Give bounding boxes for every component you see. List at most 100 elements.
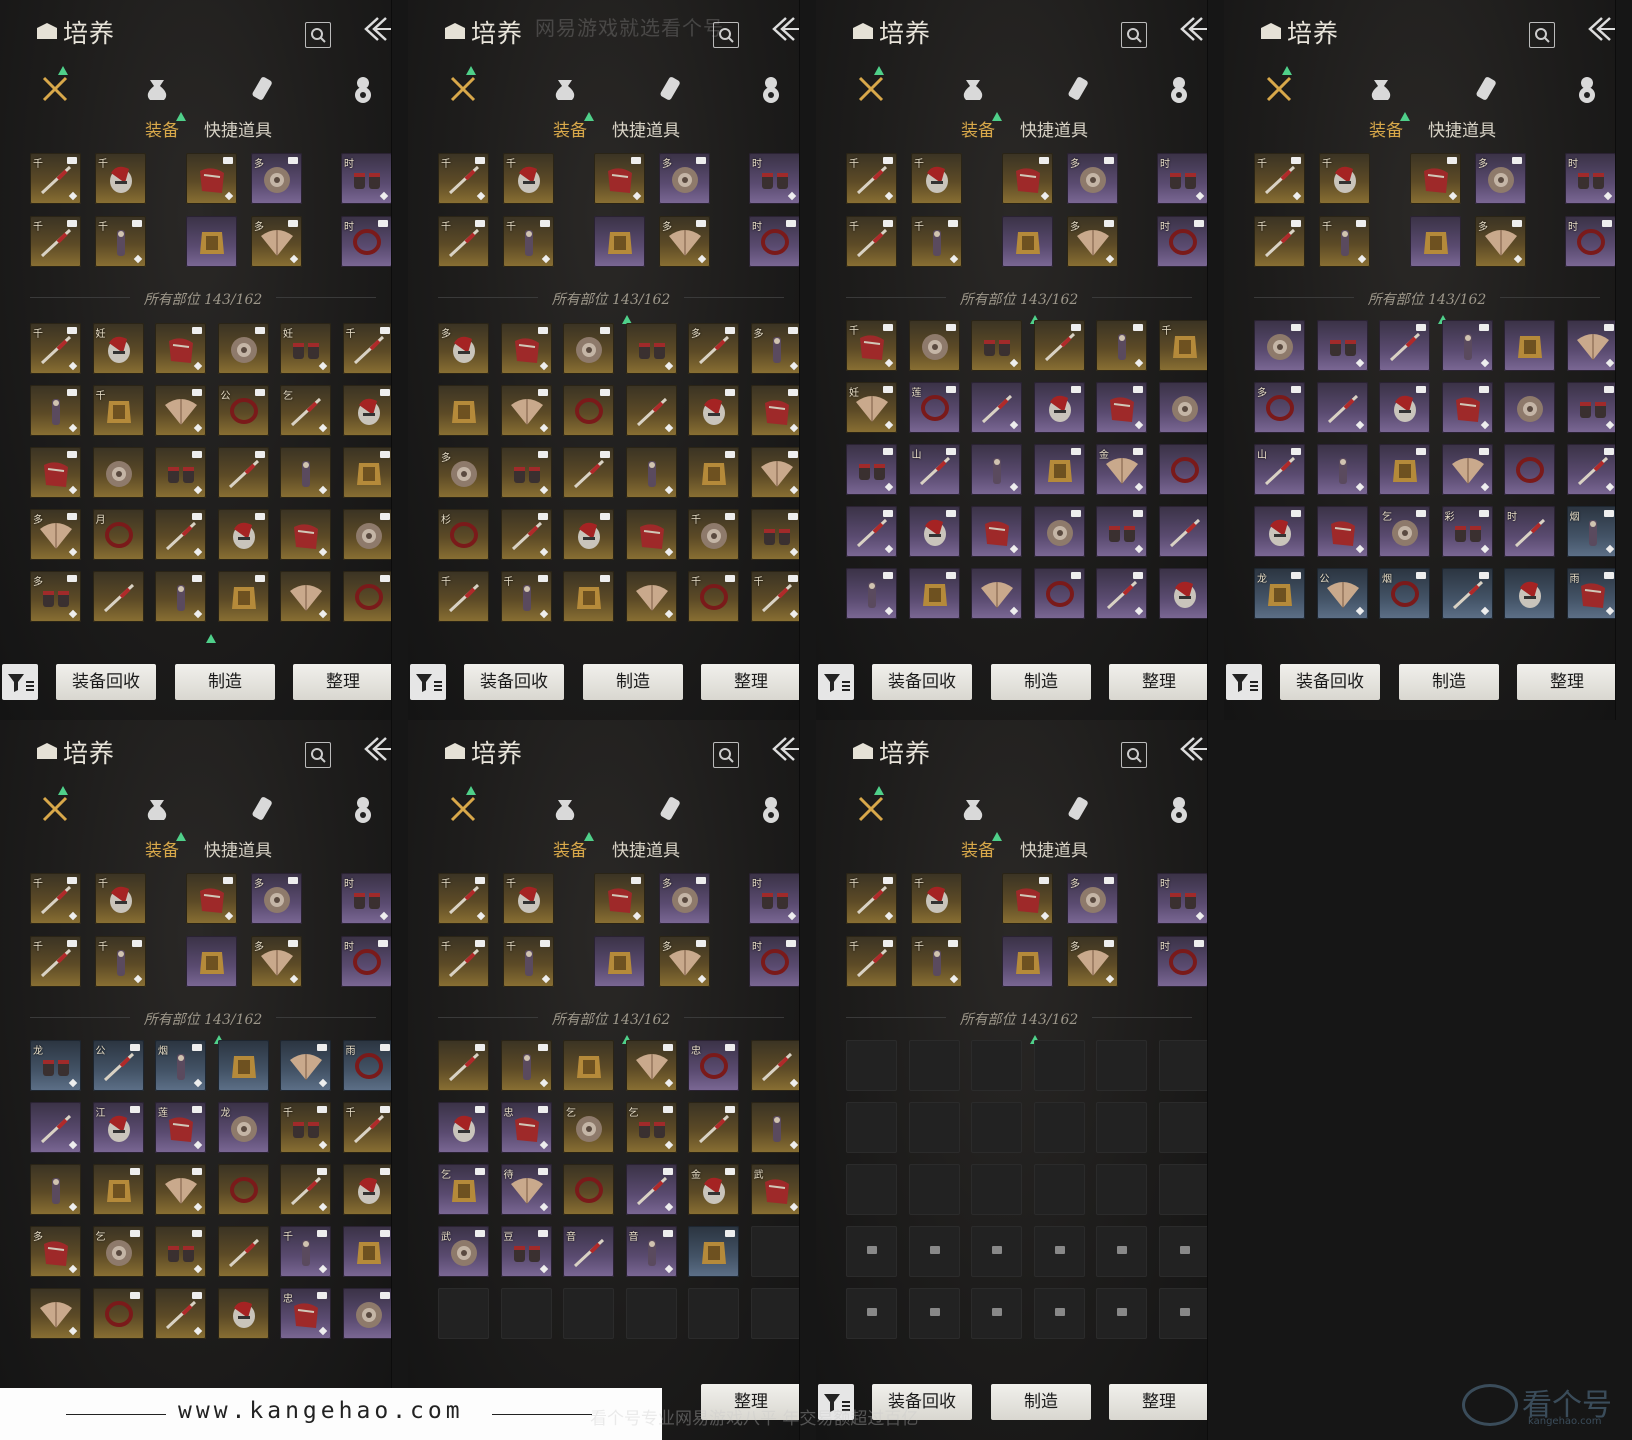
inventory-slot[interactable] bbox=[1096, 1288, 1147, 1339]
category-tab-1[interactable] bbox=[446, 786, 480, 826]
equipped-slot[interactable]: 千 bbox=[911, 936, 962, 987]
inventory-slot[interactable] bbox=[438, 1040, 489, 1091]
equipped-slot[interactable]: 千 bbox=[30, 936, 81, 987]
inventory-slot[interactable] bbox=[971, 506, 1022, 557]
inventory-slot[interactable]: 山 bbox=[1254, 444, 1305, 495]
inventory-slot[interactable]: 豆 bbox=[500, 1226, 552, 1277]
collapse-arrow-icon[interactable] bbox=[1178, 734, 1207, 764]
equipped-slot[interactable]: 千 bbox=[1254, 153, 1305, 204]
tab-quick-items[interactable]: 快捷道具 bbox=[204, 836, 272, 861]
equipped-slot[interactable]: 千 bbox=[846, 153, 897, 204]
equipped-slot[interactable]: 多 bbox=[659, 216, 710, 267]
inventory-slot[interactable]: 武 bbox=[750, 1164, 799, 1215]
inventory-slot[interactable] bbox=[30, 447, 81, 498]
equipped-slot[interactable]: 千 bbox=[95, 216, 146, 267]
equipped-slot[interactable] bbox=[1410, 216, 1461, 267]
category-tab-2[interactable] bbox=[1364, 72, 1398, 106]
inventory-slot[interactable] bbox=[1158, 382, 1207, 433]
equipped-slot[interactable]: 时 bbox=[341, 216, 391, 267]
tab-equipment[interactable]: 装备 bbox=[145, 836, 179, 861]
tab-quick-items[interactable]: 快捷道具 bbox=[1020, 836, 1088, 861]
category-tab-1[interactable] bbox=[38, 66, 72, 106]
category-tab-2[interactable] bbox=[956, 792, 990, 826]
filter-button[interactable] bbox=[1226, 664, 1262, 700]
inventory-slot[interactable] bbox=[342, 1226, 391, 1277]
equipped-slot[interactable]: 时 bbox=[749, 936, 799, 987]
inventory-slot[interactable]: 多 bbox=[30, 509, 81, 560]
inventory-slot[interactable] bbox=[908, 320, 960, 371]
inventory-slot[interactable]: 雨 bbox=[1566, 568, 1615, 619]
category-tab-4[interactable] bbox=[1162, 792, 1196, 826]
equipped-slot[interactable] bbox=[1410, 153, 1461, 204]
inventory-slot[interactable] bbox=[750, 1040, 799, 1091]
category-tab-1[interactable] bbox=[38, 786, 72, 826]
inventory-slot[interactable]: 乞 bbox=[625, 1102, 677, 1153]
inventory-slot[interactable] bbox=[217, 1288, 269, 1339]
inventory-slot[interactable] bbox=[750, 509, 799, 560]
equipped-slot[interactable]: 时 bbox=[1565, 153, 1615, 204]
inventory-slot[interactable] bbox=[1441, 382, 1493, 433]
equipped-slot[interactable]: 千 bbox=[30, 216, 81, 267]
inventory-slot[interactable] bbox=[500, 509, 552, 560]
inventory-slot[interactable]: 乞 bbox=[438, 1164, 489, 1215]
equipped-slot[interactable]: 多 bbox=[1475, 216, 1526, 267]
inventory-slot[interactable] bbox=[342, 447, 391, 498]
inventory-slot[interactable] bbox=[1158, 1226, 1207, 1277]
category-tab-2[interactable] bbox=[140, 792, 174, 826]
search-button[interactable] bbox=[1121, 742, 1147, 768]
inventory-slot[interactable] bbox=[563, 1040, 614, 1091]
inventory-slot[interactable] bbox=[280, 1040, 331, 1091]
inventory-slot[interactable] bbox=[280, 1164, 331, 1215]
inventory-slot[interactable] bbox=[1504, 382, 1555, 433]
inventory-slot[interactable] bbox=[625, 323, 677, 374]
inventory-slot[interactable] bbox=[908, 1226, 960, 1277]
inventory-slot[interactable]: 烟 bbox=[155, 1040, 206, 1091]
search-button[interactable] bbox=[713, 742, 739, 768]
inventory-slot[interactable] bbox=[30, 1102, 81, 1153]
equipped-slot[interactable] bbox=[1002, 216, 1053, 267]
equipped-slot[interactable]: 千 bbox=[911, 216, 962, 267]
equipped-slot[interactable]: 时 bbox=[749, 873, 799, 924]
inventory-slot[interactable] bbox=[438, 1102, 489, 1153]
inventory-slot[interactable]: 待 bbox=[500, 1164, 552, 1215]
inventory-slot[interactable] bbox=[750, 1102, 799, 1153]
collapse-arrow-icon[interactable] bbox=[1178, 14, 1207, 44]
search-button[interactable] bbox=[1529, 22, 1555, 48]
inventory-slot[interactable] bbox=[1316, 382, 1368, 433]
equipped-slot[interactable]: 时 bbox=[1565, 216, 1615, 267]
inventory-slot[interactable]: 龙 bbox=[1254, 568, 1305, 619]
equipped-slot[interactable]: 千 bbox=[846, 873, 897, 924]
inventory-slot[interactable]: 千 bbox=[342, 1102, 391, 1153]
inventory-slot[interactable]: 公 bbox=[217, 385, 269, 436]
collapse-arrow-icon[interactable] bbox=[362, 14, 391, 44]
inventory-slot[interactable] bbox=[500, 385, 552, 436]
inventory-slot[interactable]: 龙 bbox=[217, 1102, 269, 1153]
inventory-slot[interactable]: 烟 bbox=[1566, 506, 1615, 557]
inventory-slot[interactable] bbox=[438, 385, 489, 436]
inventory-slot[interactable]: 千 bbox=[846, 320, 897, 371]
inventory-slot[interactable] bbox=[846, 444, 897, 495]
equipped-slot[interactable]: 时 bbox=[749, 216, 799, 267]
category-tab-4[interactable] bbox=[346, 72, 380, 106]
inventory-slot[interactable] bbox=[1158, 444, 1207, 495]
equipped-slot[interactable]: 多 bbox=[251, 153, 302, 204]
inventory-slot[interactable] bbox=[1441, 444, 1493, 495]
inventory-slot[interactable]: 忠 bbox=[688, 1040, 739, 1091]
inventory-slot[interactable] bbox=[1504, 444, 1555, 495]
inventory-slot[interactable] bbox=[500, 1040, 552, 1091]
category-tab-1[interactable] bbox=[1262, 66, 1296, 106]
recycle-button[interactable]: 装备回收 bbox=[872, 664, 972, 700]
inventory-slot[interactable]: 千 bbox=[500, 571, 552, 622]
search-button[interactable] bbox=[305, 742, 331, 768]
inventory-slot[interactable]: 乞 bbox=[92, 1226, 144, 1277]
recycle-button[interactable]: 装备回收 bbox=[1280, 664, 1380, 700]
inventory-slot[interactable]: 妊 bbox=[846, 382, 897, 433]
equipped-slot[interactable] bbox=[1002, 936, 1053, 987]
inventory-slot[interactable]: 龙 bbox=[30, 1040, 81, 1091]
collapse-arrow-icon[interactable] bbox=[362, 734, 391, 764]
equipped-slot[interactable] bbox=[1002, 153, 1053, 204]
inventory-slot[interactable] bbox=[563, 509, 614, 560]
equipped-slot[interactable]: 千 bbox=[846, 216, 897, 267]
filter-button[interactable] bbox=[410, 664, 446, 700]
inventory-slot[interactable] bbox=[563, 447, 614, 498]
